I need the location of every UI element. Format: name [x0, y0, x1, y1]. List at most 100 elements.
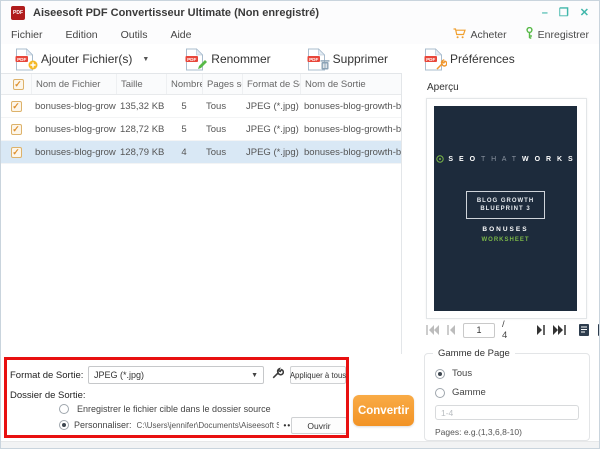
- table-header: ✓ Nom de Fichier Taille Nombre Pages sé …: [1, 74, 401, 95]
- row-checkbox[interactable]: ✓: [10, 100, 22, 112]
- cell-pages: Tous: [206, 100, 227, 112]
- range-label: Gamme: [452, 387, 486, 398]
- menu-fichier[interactable]: Fichier: [11, 29, 43, 41]
- save-source-option[interactable]: Enregistrer le fichier cible dans le dos…: [59, 404, 271, 414]
- customize-path: C:\Users\jennifer\Documents\Aiseesoft St…: [136, 420, 279, 430]
- title-bar: PDF Aiseesoft PDF Convertisseur Ultimate…: [1, 1, 599, 25]
- preview-frame: S E O T H A T W O R K S BLOG GROWTH BLUE…: [426, 98, 587, 319]
- svg-text:PDF: PDF: [187, 56, 196, 61]
- page-range-group: Gamme de Page Tous Gamme Pages: e.g.(1,3…: [424, 348, 590, 441]
- prev-page-icon[interactable]: [447, 325, 456, 335]
- cell-pages: Tous: [206, 123, 227, 135]
- brand-text: S E O T H A T W O R K S: [448, 155, 575, 163]
- status-strip: [1, 441, 599, 448]
- range-option[interactable]: Gamme: [435, 387, 579, 398]
- menu-outils[interactable]: Outils: [121, 29, 148, 41]
- table-row[interactable]: ✓ bonuses-blog-growth-bl... 135,32 KB 5 …: [1, 95, 401, 118]
- all-pages-option[interactable]: Tous: [435, 368, 579, 379]
- next-page-icon[interactable]: [536, 325, 546, 335]
- pencil-badge-icon: [197, 59, 208, 73]
- svg-text:PDF: PDF: [309, 56, 318, 61]
- register-label: Enregistrer: [537, 28, 589, 41]
- cell-count: 5: [181, 100, 187, 112]
- preferences-icon: PDF: [424, 47, 448, 71]
- header-count[interactable]: Nombre: [166, 74, 202, 94]
- wrench-icon: [272, 366, 285, 384]
- wrench-badge-icon: [436, 58, 448, 73]
- buy-label: Acheter: [470, 28, 507, 41]
- cell-format: JPEG (*.jpg): [246, 123, 299, 135]
- first-page-icon[interactable]: [426, 325, 440, 335]
- delete-icon: PDF: [307, 47, 330, 71]
- output-format-value: JPEG (*.jpg): [94, 370, 145, 380]
- header-output[interactable]: Nom de Sortie: [300, 74, 401, 94]
- dropdown-arrow-icon: ▼: [251, 371, 258, 379]
- customize-radio[interactable]: [59, 420, 69, 430]
- row-checkbox[interactable]: ✓: [10, 123, 22, 135]
- cell-count: 5: [181, 123, 187, 135]
- add-file-icon: PDF: [15, 47, 38, 71]
- maximize-icon[interactable]: ❐: [559, 7, 569, 19]
- window-controls: – ❐ ✕: [542, 7, 589, 19]
- rename-label: Renommer: [211, 52, 271, 66]
- preview-panel: Aperçu S E O T H A T W O R K S BLOG GROW…: [403, 73, 599, 448]
- output-format-select[interactable]: JPEG (*.jpg) ▼: [88, 366, 264, 384]
- open-folder-button[interactable]: Ouvrir: [291, 417, 347, 434]
- customize-label: Personnaliser:: [74, 420, 132, 430]
- row-checkbox[interactable]: ✓: [10, 146, 22, 158]
- last-page-icon[interactable]: [552, 325, 567, 335]
- save-source-radio[interactable]: [59, 404, 69, 414]
- select-all-cell: ✓: [1, 74, 31, 94]
- pdf-app-icon: PDF: [11, 6, 25, 20]
- select-all-checkbox[interactable]: ✓: [12, 78, 24, 90]
- range-input[interactable]: [435, 405, 579, 420]
- add-files-button[interactable]: PDF Ajouter Fichier(s) ▼: [15, 47, 149, 71]
- register-button[interactable]: Enregistrer: [525, 26, 589, 42]
- range-hint: Pages: e.g.(1,3,6,8-10): [435, 426, 522, 437]
- cell-pages: Tous: [206, 146, 227, 158]
- preferences-button[interactable]: PDF Préférences: [424, 47, 515, 71]
- cell-output: bonuses-blog-growth-blueprin...: [304, 146, 401, 158]
- convert-button[interactable]: Convertir: [353, 395, 414, 426]
- menu-edition[interactable]: Edition: [66, 29, 98, 41]
- output-format-label: Format de Sortie:: [10, 370, 84, 381]
- customize-option[interactable]: Personnaliser: C:\Users\jennifer\Documen…: [59, 417, 347, 434]
- header-name[interactable]: Nom de Fichier: [31, 74, 116, 94]
- format-settings-button[interactable]: [269, 367, 287, 383]
- blueprint-line2: BLUEPRINT 3: [480, 206, 531, 212]
- cell-output: bonuses-blog-growth-blueprin...: [304, 123, 401, 135]
- cell-size: 128,72 KB: [120, 123, 165, 135]
- cart-icon: [453, 27, 467, 42]
- cell-name: bonuses-blog-growth-bl...: [35, 123, 116, 135]
- trash-badge-icon: [320, 59, 330, 73]
- page-number-input[interactable]: [463, 322, 495, 338]
- preview-page: S E O T H A T W O R K S BLOG GROWTH BLUE…: [434, 106, 577, 311]
- cell-format: JPEG (*.jpg): [246, 146, 299, 158]
- table-row[interactable]: ✓ bonuses-blog-growth-bl... 128,72 KB 5 …: [1, 118, 401, 141]
- page-range-title: Gamme de Page: [433, 348, 515, 359]
- menu-aide[interactable]: Aide: [170, 29, 191, 41]
- close-icon[interactable]: ✕: [580, 7, 589, 19]
- svg-text:PDF: PDF: [17, 56, 26, 61]
- header-format[interactable]: Format de Sor: [242, 74, 300, 94]
- add-files-label: Ajouter Fichier(s): [41, 52, 133, 66]
- cell-name: bonuses-blog-growth-bl...: [35, 100, 116, 112]
- table-row-selected[interactable]: ✓ bonuses-blog-growth-bl... 128,79 KB 4 …: [1, 141, 401, 164]
- header-size[interactable]: Taille: [116, 74, 166, 94]
- all-pages-radio[interactable]: [435, 368, 445, 379]
- delete-label: Supprimer: [332, 52, 389, 66]
- bonuses-text: BONUSES: [482, 226, 529, 233]
- blueprint-line1: BLOG GROWTH: [476, 198, 535, 204]
- delete-button[interactable]: PDF Supprimer: [307, 47, 389, 71]
- buy-button[interactable]: Acheter: [453, 27, 507, 42]
- range-radio[interactable]: [435, 387, 445, 398]
- cell-count: 4: [181, 146, 187, 158]
- rename-button[interactable]: PDF Renommer: [185, 47, 271, 73]
- header-pages[interactable]: Pages sé: [202, 74, 242, 94]
- page-list-icon[interactable]: [578, 323, 590, 337]
- all-pages-label: Tous: [452, 368, 473, 379]
- minimize-icon[interactable]: –: [542, 7, 548, 19]
- menu-bar: Fichier Edition Outils Aide Acheter Enre…: [1, 25, 599, 44]
- apply-all-button[interactable]: Appliquer à tous: [290, 366, 346, 384]
- key-icon: [525, 26, 534, 42]
